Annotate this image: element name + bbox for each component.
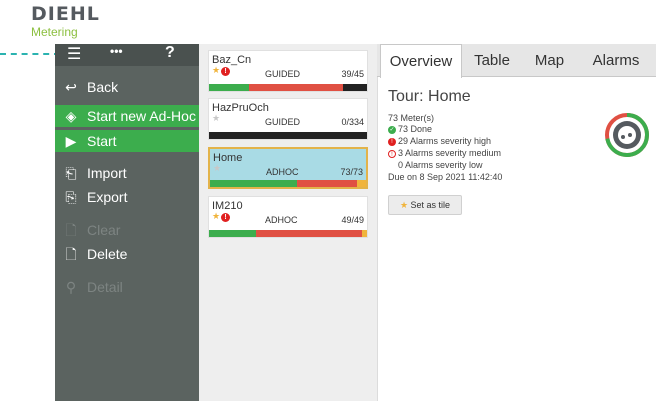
tab-map[interactable]: Map [522,44,577,78]
tour-progress-gauge [604,112,650,163]
tour-card[interactable]: Baz_Cn ★ ! GUIDED 39/45 [208,50,368,92]
progress-bar [209,84,367,91]
sidebar-toolbar: ☰ ••• ? [55,44,199,66]
meter-dot [628,133,632,137]
more-icon[interactable]: ••• [110,44,123,58]
help-icon[interactable]: ? [165,44,175,62]
start-adhoc-icon: ◈ [65,108,77,124]
meter-face [618,126,636,144]
back-arrow-icon: ↩ [65,79,77,95]
sidebar-item-detail: ⚲ Detail [55,276,199,298]
sidebar-item-label: Start new Ad-Hoc [87,108,196,124]
sidebar-item-import[interactable]: ⎗ Import [55,162,199,184]
sidebar-item-label: Import [87,165,127,181]
tour-type: GUIDED [265,69,301,79]
meter-dot [621,135,625,139]
sidebar-item-label: Export [87,189,128,205]
star-icon[interactable]: ★ [212,65,220,76]
progress-bar [210,180,366,187]
meters-count: 73 Meter(s) [388,113,434,123]
sidebar-item-clear: 🗋 Clear [55,219,199,241]
sidebar-item-label: Detail [87,279,123,295]
tour-card[interactable]: IM210 ★ ! ADHOC 49/49 [208,196,368,238]
progress-segment [209,230,257,237]
meters-text: 73 Meter(s) [388,113,435,123]
tour-name: HazPruOch [212,102,269,114]
hamburger-menu-icon[interactable]: ☰ [67,44,81,64]
alarms-medium-text: 3 Alarms severity medium [398,148,502,158]
tour-title: Tour: Home [388,88,471,105]
import-icon: ⎗ [65,165,77,181]
progress-segment [362,230,367,237]
export-icon: ⎘ [65,189,77,205]
alarm-high-icon: ! [388,137,396,146]
sidebar-item-delete[interactable]: 🗋 Delete [55,243,199,265]
progress-segment [210,180,298,187]
done-text: 73 Done [398,124,433,134]
tour-count: 73/73 [340,167,363,177]
alarm-icon: ! [221,213,230,222]
done-count: ✓ 73 Done [388,124,432,134]
progress-segment [209,132,367,139]
tab-overview[interactable]: Overview [380,44,462,78]
sidebar-item-export[interactable]: ⎘ Export [55,186,199,208]
delete-icon: 🗋 [65,246,77,262]
dashed-connector [0,53,60,55]
due-text: Due on 8 Sep 2021 11:42:40 [388,172,503,182]
logo-subtitle: Metering [31,25,78,39]
alarms-low: 0 Alarms severity low [398,160,483,170]
alarm-medium-icon: ! [388,149,396,158]
alarm-icon: ! [221,67,230,76]
sidebar-item-start[interactable]: ▶ Start [55,130,199,152]
star-icon[interactable]: ★ [212,211,220,222]
progress-bar [209,230,367,237]
alarms-low-text: 0 Alarms severity low [398,160,483,170]
tab-table[interactable]: Table [462,44,522,78]
progress-bar [209,132,367,139]
tab-alarms[interactable]: Alarms [577,44,655,78]
tour-type: GUIDED [265,117,301,127]
star-icon[interactable]: ★ [212,113,220,124]
alarms-medium: ! 3 Alarms severity medium [388,148,501,158]
gauge-svg [605,113,649,157]
check-icon: ✓ [388,125,396,134]
progress-segment [343,84,367,91]
progress-segment [209,84,249,91]
set-as-tile-button[interactable]: ★ Set as tile [388,195,462,215]
search-icon: ⚲ [65,279,77,295]
sidebar-item-label: Clear [87,222,121,238]
star-icon[interactable]: ★ [213,163,221,174]
tour-count: 49/49 [341,215,364,225]
progress-segment [356,180,366,187]
sidebar-item-back[interactable]: ↩ Back [55,76,199,98]
due-date: Due on 8 Sep 2021 11:42:40 [388,172,502,182]
diehl-logo: DIEHL [31,3,100,25]
sidebar-item-label: Back [87,79,119,95]
clear-icon: 🗋 [65,222,77,238]
progress-segment [256,230,363,237]
alarms-high: ! 29 Alarms severity high [388,136,491,146]
star-icon: ★ [399,200,409,210]
tour-card[interactable]: HazPruOch ★ GUIDED 0/334 [208,98,368,140]
app-header: DIEHL Metering [0,0,671,44]
tour-count: 39/45 [341,69,364,79]
play-icon: ▶ [65,133,77,149]
progress-segment [248,84,344,91]
sidebar-item-label: Delete [87,246,128,262]
sidebar-item-label: Start [87,133,117,149]
tour-card-selected[interactable]: Home ★ ADHOC 73/73 [208,147,368,189]
tour-type: ADHOC [266,167,299,177]
tour-type: ADHOC [265,215,298,225]
tour-count: 0/334 [341,117,364,127]
alarms-high-text: 29 Alarms severity high [398,136,492,146]
set-as-tile-label: Set as tile [410,200,451,210]
progress-segment [297,180,357,187]
sidebar-item-start-new-adhoc[interactable]: ◈ Start new Ad-Hoc [55,105,199,127]
